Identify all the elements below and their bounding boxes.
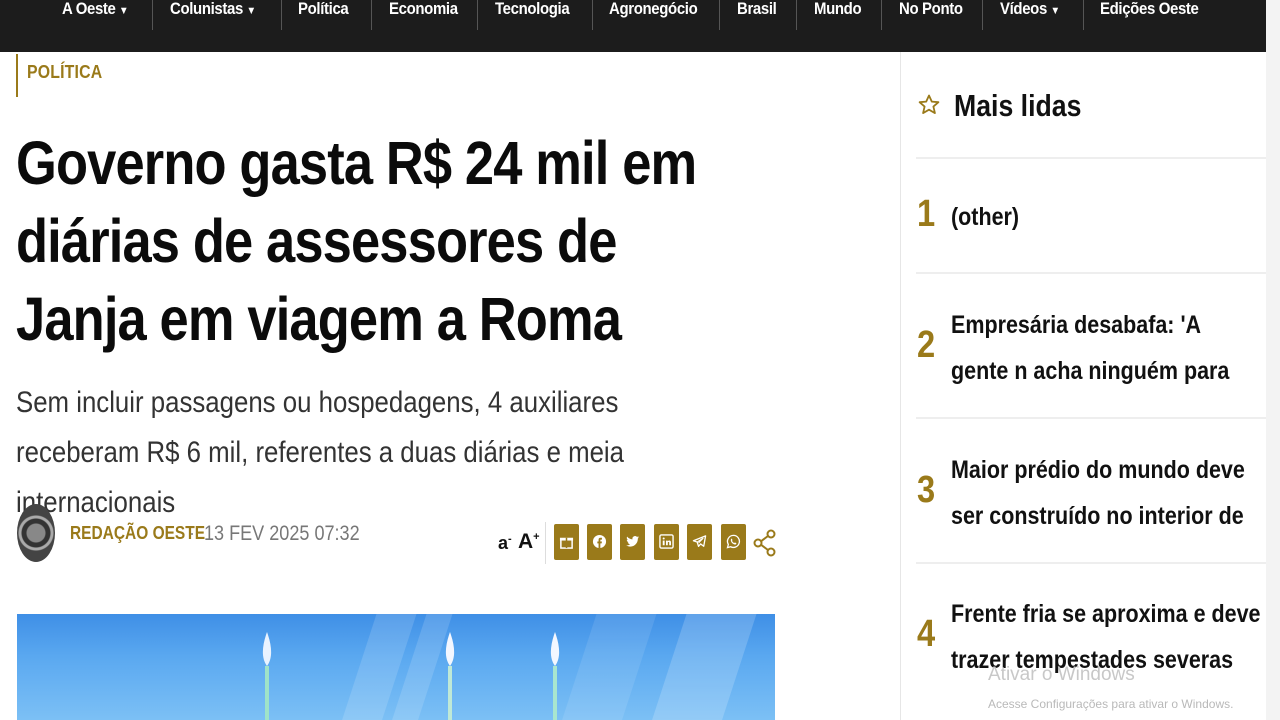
nav-divider [1083,0,1084,30]
nav-divider [796,0,797,30]
most-read-item-2[interactable]: Empresária desabafa: 'A gente n acha nin… [951,302,1261,394]
telegram-icon [692,535,707,548]
font-large-label: A [518,530,534,553]
linkedin-share-button[interactable] [654,524,679,560]
linkedin-icon [659,534,674,549]
sidebar-divider [900,52,901,720]
twitter-share-button[interactable] [620,524,645,560]
nav-label: A Oeste [62,0,116,18]
decrease-font-button[interactable]: a- [498,533,512,554]
nav-item-a-oeste[interactable]: A Oeste ▼ [62,0,129,22]
whatsapp-icon [726,534,741,549]
gift-icon [559,537,574,549]
chevron-down-icon: ▼ [246,5,256,17]
rank-number: 2 [917,324,936,366]
nav-divider [592,0,593,30]
twitter-icon [626,536,640,547]
nav-label: Colunistas [170,0,243,18]
most-read-item-1[interactable]: (other) [951,194,1261,240]
chandelier-ornament [445,632,455,720]
nav-divider [152,0,153,30]
windows-activation-watermark: Ativar o Windows [988,664,1135,685]
nav-item-politica[interactable]: Política [298,0,349,22]
nav-divider [719,0,720,30]
light-beam [551,614,663,720]
chandelier-ornament [262,632,272,720]
nav-divider [371,0,372,30]
sidebar-separator [916,272,1266,274]
most-read-item-3[interactable]: Maior prédio do mundo deve ser construíd… [951,447,1269,539]
facebook-icon [592,534,607,549]
article-subtitle: Sem incluir passagens ou hospedagens, 4 … [16,386,625,519]
rank-number: 1 [917,193,936,235]
nav-divider [881,0,882,30]
rank-number: 4 [917,613,936,655]
whatsapp-share-button[interactable] [721,524,746,560]
author-avatar[interactable] [17,504,55,562]
nav-item-colunistas[interactable]: Colunistas ▼ [170,0,256,22]
article-category[interactable]: POLÍTICA [27,62,102,83]
nav-divider [281,0,282,30]
author-name[interactable]: REDAÇÃO OESTE [70,523,205,544]
nav-item-tecnologia[interactable]: Tecnologia [495,0,570,22]
nav-divider [982,0,983,30]
sidebar-separator [916,562,1266,564]
top-navigation: A Oeste ▼ Colunistas ▼ Política Economia T… [0,0,1266,52]
chevron-down-icon: ▼ [1050,5,1060,17]
sidebar-separator [916,417,1266,419]
rank-number: 3 [917,469,936,511]
star-icon [918,94,940,114]
font-small-sup: - [508,533,512,545]
article-title: Governo gasta R$ 24 mil em diárias de as… [16,129,697,353]
nav-item-economia[interactable]: Economia [389,0,458,22]
nav-item-edicoes-oeste[interactable]: Edições Oeste [1100,0,1199,22]
font-small-label: a [498,533,509,553]
most-read-title: Mais lidas [954,88,1082,123]
nav-item-agronegocio[interactable]: Agronegócio [609,0,698,22]
nav-item-no-ponto[interactable]: No Ponto [899,0,963,22]
share-divider [545,522,546,564]
share-icon[interactable] [753,528,777,558]
category-marker [16,54,18,97]
gift-button[interactable] [554,524,579,560]
nav-divider [477,0,478,30]
publish-date: 13 FEV 2025 07:32 [204,522,360,545]
telegram-share-button[interactable] [687,524,712,560]
meta-separator: · [189,523,195,543]
light-beam [641,614,763,720]
nav-item-brasil[interactable]: Brasil [737,0,777,22]
chevron-down-icon: ▼ [119,5,129,17]
nav-item-videos[interactable]: Vídeos ▼ [1000,0,1060,22]
nav-label: Vídeos [1000,0,1047,18]
increase-font-button[interactable]: A+ [518,530,540,554]
windows-activation-hint: Acesse Configurações para ativar o Windo… [988,697,1234,711]
font-large-sup: + [533,531,540,543]
chandelier-ornament [550,632,560,720]
nav-item-mundo[interactable]: Mundo [814,0,862,22]
sidebar-separator [916,157,1266,159]
article-hero-image[interactable] [17,614,775,720]
facebook-share-button[interactable] [587,524,612,560]
